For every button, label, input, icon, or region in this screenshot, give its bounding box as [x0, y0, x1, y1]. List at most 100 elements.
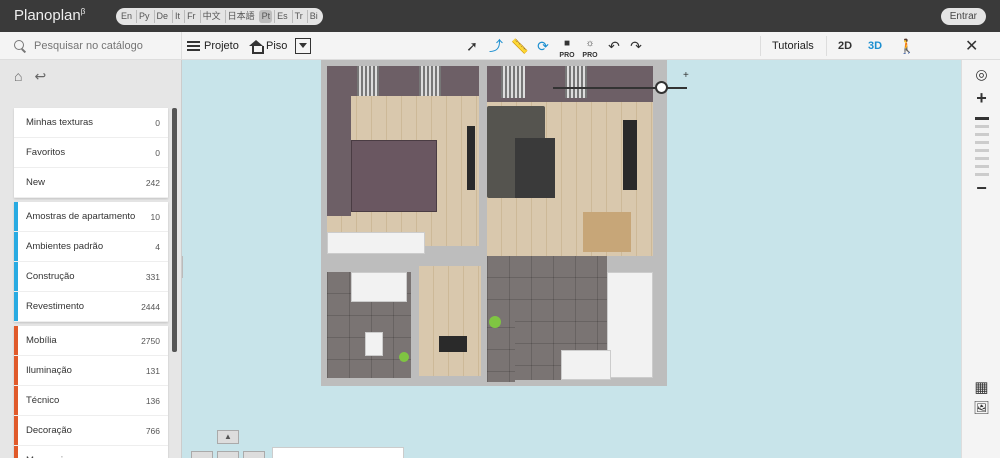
language-switcher: En Ру De It Fr 中文 日本語 Pt Es Tr Bi — [116, 8, 323, 25]
wardrobe[interactable] — [467, 126, 475, 190]
home-icon[interactable]: ⌂ — [14, 68, 22, 85]
language-8[interactable]: Es — [274, 10, 290, 23]
plus-icon[interactable]: + — [962, 88, 1000, 109]
magnet-tool[interactable]: ⟳ — [533, 36, 553, 56]
plant — [489, 316, 501, 328]
category-count: 4 — [155, 241, 160, 252]
floor-dropdown[interactable] — [295, 32, 311, 60]
catalog-sidebar: ⌂ ↩ Minhas texturas 0 Favoritos 0 New 242 Amos… — [0, 60, 182, 458]
language-4[interactable]: Fr — [184, 10, 198, 23]
tv-unit[interactable] — [623, 120, 637, 190]
category-list: Minhas texturas 0 Favoritos 0 New 242 Amostras… — [14, 108, 168, 458]
category-item[interactable]: Amostras de apartamento 10 — [14, 202, 168, 232]
search-icon — [14, 40, 26, 52]
back-icon[interactable]: ↩ — [34, 68, 46, 85]
pan-down-button[interactable] — [217, 451, 239, 458]
floor-plan-canvas[interactable]: + — [183, 60, 961, 458]
login-button[interactable]: Entrar — [940, 8, 986, 25]
dining-table[interactable] — [583, 212, 631, 252]
bedroom-floor-edge — [327, 232, 425, 254]
zoom-level[interactable] — [975, 165, 989, 168]
redo-button[interactable]: ↷ — [626, 36, 646, 56]
wall-tool[interactable]: ⤴ — [486, 36, 506, 56]
measure-handle[interactable] — [655, 81, 668, 94]
kitchen-counter[interactable] — [607, 272, 653, 378]
category-item[interactable]: Mobília 2750 — [14, 326, 168, 356]
curtain — [565, 66, 587, 98]
undo-button[interactable]: ↶ — [604, 36, 624, 56]
locate-icon[interactable]: ◎ — [962, 66, 1000, 83]
grid-icon[interactable]: ▦ — [962, 378, 1000, 396]
language-0[interactable]: En — [119, 10, 134, 23]
zoom-level[interactable] — [975, 117, 989, 120]
zoom-level[interactable] — [975, 141, 989, 144]
category-count: 2444 — [141, 301, 160, 312]
floor-menu[interactable]: Piso — [249, 32, 287, 60]
search-input[interactable] — [34, 40, 174, 52]
category-group: Amostras de apartamento 10 Ambientes padrã… — [14, 202, 168, 322]
chevron-up-icon: ▲ — [224, 432, 232, 441]
zoom-level[interactable] — [975, 133, 989, 136]
pan-up-button[interactable]: ▲ — [217, 430, 239, 444]
language-1[interactable]: Ру — [136, 10, 152, 23]
category-label: New — [26, 177, 46, 188]
divider — [760, 36, 761, 56]
app-logo[interactable]: Planoplanβ — [14, 7, 85, 24]
tutorials-link[interactable]: Tutorials — [772, 32, 814, 60]
category-item[interactable]: Ambientes padrão 4 — [14, 232, 168, 262]
language-6[interactable]: 日本語 — [224, 10, 257, 23]
level-selector[interactable] — [272, 447, 404, 458]
pan-right-button[interactable] — [243, 451, 265, 458]
redo-icon: ↷ — [630, 37, 642, 54]
kitchen-counter[interactable] — [561, 350, 611, 380]
category-item[interactable]: Técnico 136 — [14, 386, 168, 416]
cursor-tool[interactable]: ➚ — [462, 36, 482, 56]
shoe-cabinet[interactable] — [439, 336, 467, 352]
language-9[interactable]: Tr — [291, 10, 305, 23]
category-item[interactable]: New 242 — [14, 168, 168, 198]
category-item[interactable]: Iluminação 131 — [14, 356, 168, 386]
language-5[interactable]: 中文 — [199, 10, 223, 23]
curtain — [419, 66, 441, 96]
minus-icon[interactable]: − — [962, 178, 1000, 199]
category-item[interactable]: Minhas texturas 0 — [14, 108, 168, 138]
language-7[interactable]: Pt — [258, 10, 273, 23]
image-icon[interactable]: 🖼 — [962, 400, 1000, 416]
zoom-level[interactable] — [975, 157, 989, 160]
sidebar-scrollbar[interactable] — [172, 108, 177, 352]
add-point-icon[interactable]: + — [683, 70, 689, 81]
catalog-search — [0, 32, 182, 60]
zoom-level[interactable] — [975, 173, 989, 176]
ruler-tool[interactable]: 📏 — [510, 36, 530, 56]
pan-left-button[interactable] — [191, 451, 213, 458]
project-menu[interactable]: Projeto — [187, 32, 239, 60]
toilet[interactable] — [365, 332, 383, 356]
sun-icon: ☼ — [585, 37, 595, 49]
rug[interactable] — [515, 138, 555, 198]
zoom-level[interactable] — [975, 125, 989, 128]
light-pro-tool[interactable]: ☼ PRO — [580, 36, 600, 60]
undo-icon: ↶ — [608, 37, 620, 54]
zoom-level[interactable] — [975, 149, 989, 152]
language-10[interactable]: Bi — [306, 10, 320, 23]
view-3d-button[interactable]: 3D — [868, 32, 882, 60]
category-item[interactable]: Construção 331 — [14, 262, 168, 292]
category-item[interactable]: Decoração 766 — [14, 416, 168, 446]
camera-pro-tool[interactable]: ■ PRO — [557, 36, 577, 60]
category-item[interactable]: Revestimento 2444 — [14, 292, 168, 322]
walk-icon[interactable]: 🚶 — [898, 38, 915, 55]
project-label: Projeto — [204, 40, 239, 52]
category-item[interactable]: Favoritos 0 — [14, 138, 168, 168]
curtain — [501, 66, 525, 98]
language-3[interactable]: It — [172, 10, 182, 23]
expand-icon[interactable]: ✕ — [965, 36, 978, 56]
top-bar: Planoplanβ En Ру De It Fr 中文 日本語 Pt Es Tr Bi Entra… — [0, 0, 1000, 32]
bed[interactable] — [351, 140, 437, 212]
category-item[interactable]: Mercearia12 — [14, 446, 168, 458]
category-label: Amostras de apartamento — [26, 211, 136, 222]
view-2d-button[interactable]: 2D — [838, 32, 852, 60]
language-2[interactable]: De — [153, 10, 171, 23]
bathtub[interactable] — [351, 272, 407, 302]
toolbar: Projeto Piso ➚ ⤴ 📏 ⟳ ■ PRO ☼ PRO ↶ ↷ Tut… — [0, 32, 1000, 60]
floor-label: Piso — [266, 40, 288, 52]
